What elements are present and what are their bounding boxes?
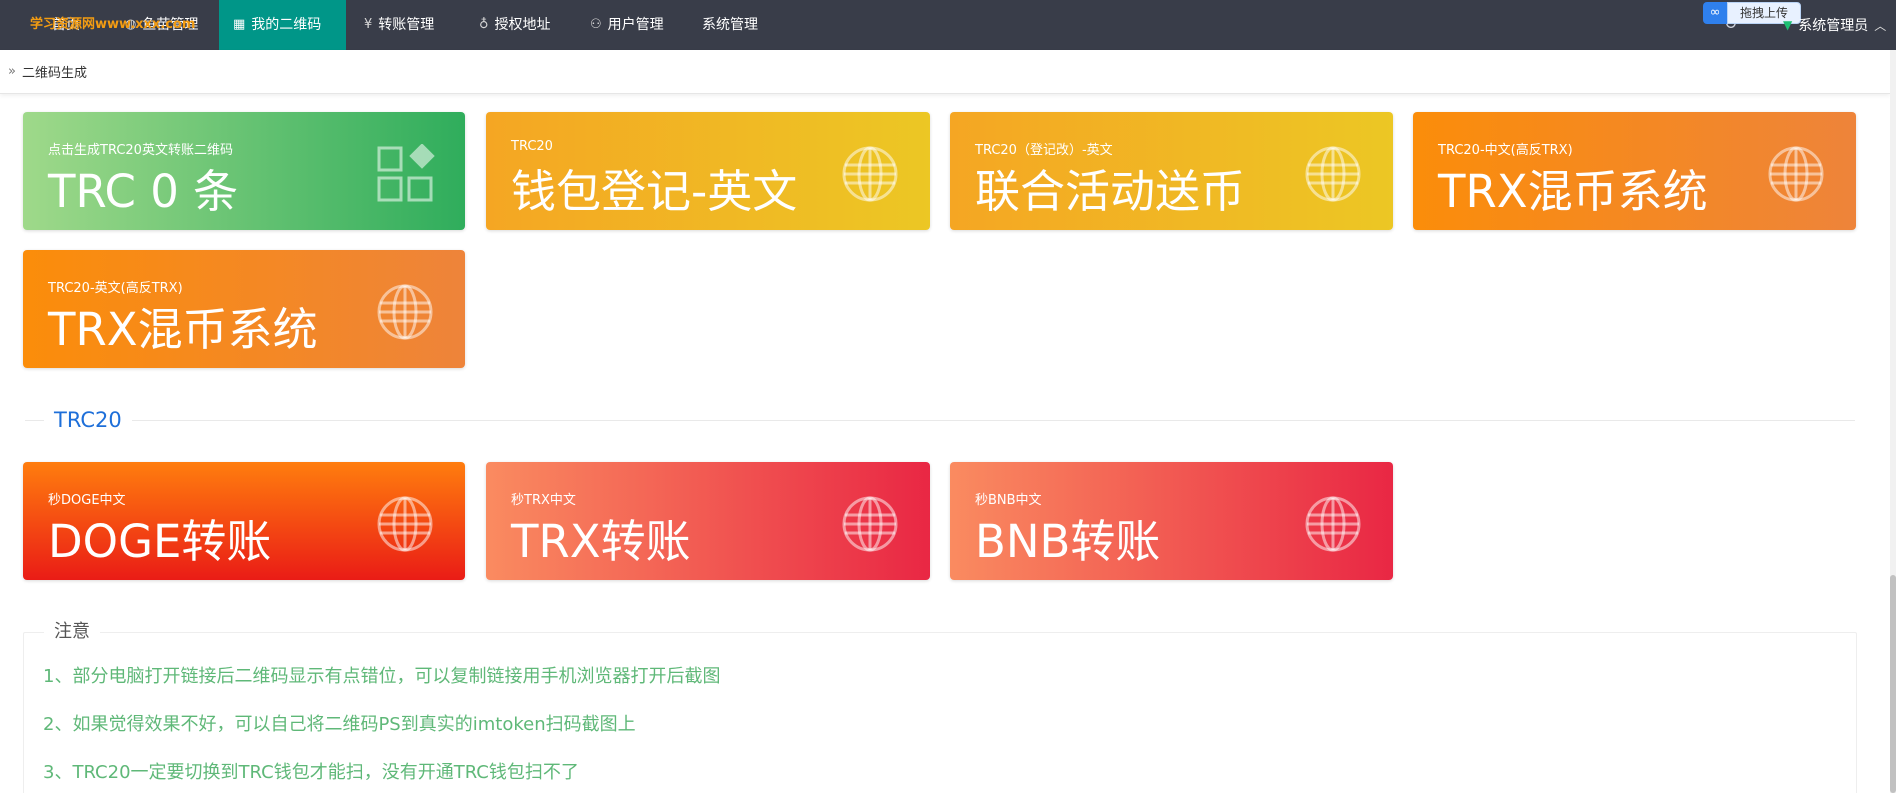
nav-authorized-address[interactable]: ♁ 授权地址 [465,0,565,50]
card-subtitle: 点击生成TRC20英文转账二维码 [48,143,233,158]
card-subtitle: TRC20-中文(高反TRX) [1438,143,1573,158]
globe-icon [1305,496,1361,552]
card-title: TRX混币系统 [1438,165,1708,218]
card-subtitle: TRC20（登记改）-英文 [975,143,1113,158]
globe-icon: ◍ [125,17,137,32]
nav-system-management[interactable]: 系统管理 [688,0,772,50]
card-trx-mixer-cn[interactable]: TRC20-中文(高反TRX) TRX混币系统 [1413,112,1856,230]
card-joint-airdrop[interactable]: TRC20（登记改）-英文 联合活动送币 [950,112,1393,230]
top-navbar: 首页 ◍ 鱼苗管理 ▦ 我的二维码 ¥ 转账管理 ♁ 授权地址 ⚇ 用户管理 系… [0,0,1896,50]
breadcrumb: » 二维码生成 [0,50,1890,94]
globe-icon [377,284,433,340]
nav-transfer-label: 转账管理 [378,17,435,33]
card-doge-transfer[interactable]: 秒DOGE中文 DOGE转账 [23,462,465,580]
card-trx-transfer[interactable]: 秒TRX中文 TRX转账 [486,462,930,580]
notice-line-2: 2、如果觉得效果不好，可以自己将二维码PS到真实的imtoken扫码截图上 [43,714,636,735]
section-divider [25,420,1855,421]
card-subtitle: 秒BNB中文 [975,493,1042,508]
card-title: DOGE转账 [48,515,272,568]
card-subtitle: TRC20-英文(高反TRX) [48,281,183,296]
notice-legend: 注意 [44,620,100,644]
nav-user-management[interactable]: ⚇ 用户管理 [576,0,678,50]
double-chevron-right-icon: » [8,64,16,79]
card-trx-mixer-en[interactable]: TRC20-英文(高反TRX) TRX混币系统 [23,250,465,368]
globe-icon [377,496,433,552]
nav-home-label: 首页 [52,17,80,33]
yen-icon: ¥ [364,17,373,32]
apps-icon [377,144,435,202]
user-icon: ⚇ [590,17,602,32]
globe-icon [842,496,898,552]
user-menu[interactable]: ▼ 系统管理员 ︿ [1783,0,1886,50]
card-subtitle: 秒TRX中文 [511,493,576,508]
scrollbar-thumb[interactable] [1890,575,1896,793]
nav-user-label: 用户管理 [607,17,664,33]
cloud-icon: ∞ [1703,2,1727,24]
nav-system-label: 系统管理 [702,17,758,33]
card-title: TRX转账 [511,515,691,568]
nav-transfer-management[interactable]: ¥ 转账管理 [350,0,448,50]
breadcrumb-current: 二维码生成 [21,66,87,81]
card-trc-count[interactable]: 点击生成TRC20英文转账二维码 TRC 0 条 [23,112,465,230]
card-bnb-transfer[interactable]: 秒BNB中文 BNB转账 [950,462,1393,580]
globe-icon [1768,146,1824,202]
nav-fish-label: 鱼苗管理 [142,17,199,33]
card-subtitle: TRC20 [511,139,553,154]
section-title-trc20: TRC20 [44,406,132,434]
notice-line-3: 3、TRC20一定要切换到TRC钱包才能扫，没有开通TRC钱包扫不了 [43,762,579,783]
card-title: 钱包登记-英文 [511,165,798,218]
page-scrollbar[interactable] [1890,50,1896,793]
card-title: TRX混币系统 [48,303,318,356]
nav-authorized-label: 授权地址 [494,17,551,33]
globe-icon [1305,146,1361,202]
card-subtitle: 秒DOGE中文 [48,493,126,508]
card-title: TRC 0 条 [48,165,239,218]
qrcode-icon: ▦ [233,17,246,32]
nav-fish-management[interactable]: ◍ 鱼苗管理 [111,0,212,50]
nav-my-qrcode[interactable]: ▦ 我的二维码 [219,0,346,50]
bulb-icon: ♁ [479,17,489,32]
status-dot-icon: ▼ [1783,18,1793,32]
chevron-up-icon: ︿ [1874,18,1887,33]
card-title: BNB转账 [975,515,1161,568]
notice-line-1: 1、部分电脑打开链接后二维码显示有点错位，可以复制链接用手机浏览器打开后截图 [43,666,721,687]
nav-home[interactable]: 首页 [38,0,94,50]
nav-my-qrcode-label: 我的二维码 [251,17,322,33]
user-name: 系统管理员 [1798,18,1869,34]
globe-icon [842,146,898,202]
card-title: 联合活动送币 [975,165,1246,218]
card-wallet-register-en[interactable]: TRC20 钱包登记-英文 [486,112,930,230]
